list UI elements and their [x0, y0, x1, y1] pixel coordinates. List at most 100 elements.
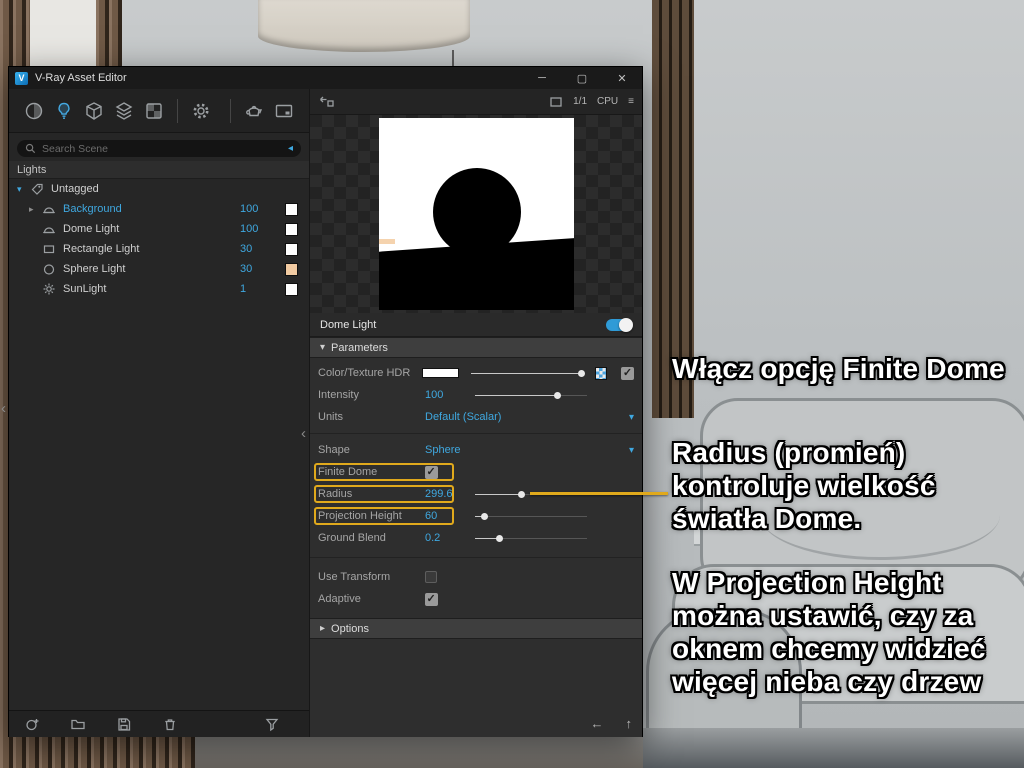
back-arrow-icon[interactable]: ←: [591, 716, 604, 731]
search-box[interactable]: ◂: [17, 140, 301, 157]
panel-collapse-icon[interactable]: ‹: [301, 427, 306, 441]
ground-blend-slider[interactable]: [475, 532, 587, 545]
settings-icon[interactable]: [186, 96, 216, 126]
asset-header: Dome Light: [310, 313, 642, 337]
save-icon[interactable]: [115, 715, 133, 733]
tutorial-pointer-line: [530, 492, 668, 495]
projection-height-slider[interactable]: [475, 510, 587, 523]
parameters-section-header[interactable]: ▾ Parameters: [310, 337, 642, 358]
asset-name: Dome Light: [320, 319, 376, 331]
purge-unused-icon[interactable]: [263, 715, 281, 733]
hdr-color-swatch[interactable]: [422, 368, 459, 378]
param-label: Shape: [318, 444, 425, 456]
materials-icon[interactable]: [19, 96, 49, 126]
background-lamp-shade: [258, 0, 470, 52]
create-asset-icon[interactable]: [23, 715, 41, 733]
ground-blend-value[interactable]: 0.2: [425, 532, 471, 544]
use-transform-checkbox[interactable]: [425, 571, 437, 583]
open-folder-icon[interactable]: [69, 715, 87, 733]
chevron-down-icon[interactable]: ▾: [17, 184, 29, 195]
light-name: Rectangle Light: [63, 243, 139, 255]
param-label: Color/Texture HDR: [318, 367, 422, 379]
screenshot-root: V V-Ray Asset Editor ─ ▢ ✕: [0, 0, 1024, 768]
units-value[interactable]: Default (Scalar): [425, 411, 501, 423]
intensity-slider[interactable]: [475, 389, 587, 402]
titlebar[interactable]: V V-Ray Asset Editor ─ ▢ ✕: [9, 67, 642, 89]
light-color-swatch[interactable]: [286, 224, 297, 235]
hdr-slider[interactable]: [471, 367, 580, 380]
param-label: Finite Dome: [318, 466, 425, 478]
finite-dome-checkbox[interactable]: [425, 466, 438, 479]
render-elements-icon[interactable]: [109, 96, 139, 126]
asset-category-toolbar: [9, 89, 309, 133]
hdr-texture-slot-icon[interactable]: [595, 367, 608, 380]
textures-icon[interactable]: [139, 96, 169, 126]
vray-asset-editor-window: V V-Ray Asset Editor ─ ▢ ✕: [8, 66, 643, 737]
light-name: Dome Light: [63, 223, 119, 235]
projection-height-value[interactable]: 60: [425, 510, 471, 522]
follow-selection-icon[interactable]: [318, 95, 335, 109]
maximize-button[interactable]: ▢: [562, 67, 602, 89]
light-value[interactable]: 1: [240, 283, 286, 295]
engine-selector[interactable]: CPU: [597, 96, 618, 107]
options-section-header[interactable]: ▸ Options: [310, 618, 642, 639]
chevron-down-icon: ▾: [320, 342, 325, 353]
menu-icon[interactable]: ≡: [628, 96, 634, 107]
shape-value[interactable]: Sphere: [425, 444, 460, 456]
list-item-background[interactable]: ▸ Background 100: [9, 199, 309, 219]
param-label: Radius: [318, 488, 425, 500]
light-color-swatch[interactable]: [286, 284, 297, 295]
viewport-collapse-icon[interactable]: ‹: [1, 402, 6, 416]
row-shape: Shape Sphere ▾: [310, 439, 642, 461]
sun-icon: [41, 282, 57, 296]
adaptive-checkbox[interactable]: [425, 593, 438, 606]
list-item-sphere-light[interactable]: Sphere Light 30: [9, 259, 309, 279]
chevron-down-icon[interactable]: ▾: [629, 445, 634, 456]
background-wood-floor-strip: [0, 737, 195, 768]
light-color-swatch[interactable]: [286, 264, 297, 275]
param-label: Projection Height: [318, 510, 425, 522]
delete-icon[interactable]: [161, 715, 179, 733]
list-item-sunlight[interactable]: SunLight 1: [9, 279, 309, 299]
chevron-down-icon[interactable]: ▾: [629, 412, 634, 423]
tag-icon: [29, 182, 45, 196]
frame-buffer-icon[interactable]: [269, 96, 299, 126]
row-intensity: Intensity 100: [310, 384, 642, 406]
preview-slot-icon[interactable]: [549, 96, 563, 108]
dome-light-icon: [41, 202, 57, 216]
intensity-value[interactable]: 100: [425, 389, 471, 401]
light-value[interactable]: 100: [240, 203, 286, 215]
light-name: SunLight: [63, 283, 106, 295]
chevron-right-icon: ▸: [320, 623, 325, 634]
up-arrow-icon[interactable]: ↑: [626, 716, 633, 731]
radius-value[interactable]: 299.6: [425, 488, 471, 500]
light-value[interactable]: 30: [240, 263, 286, 275]
search-input[interactable]: [42, 143, 288, 155]
minimize-button[interactable]: ─: [522, 67, 562, 89]
row-projection-height: Projection Height 60: [310, 505, 642, 527]
row-finite-dome: Finite Dome: [310, 461, 642, 483]
geometry-icon[interactable]: [79, 96, 109, 126]
light-enabled-toggle[interactable]: [606, 319, 632, 331]
light-value[interactable]: 100: [240, 223, 286, 235]
dome-light-icon: [41, 222, 57, 236]
light-color-swatch[interactable]: [286, 244, 297, 255]
asset-list-panel: ◂ Lights ▾ Untagged ▸: [9, 89, 310, 737]
frame-counter[interactable]: 1/1: [573, 96, 587, 107]
tree-group-untagged[interactable]: ▾ Untagged: [9, 179, 309, 199]
render-teapot-icon[interactable]: [239, 96, 269, 126]
sphere-light-icon: [41, 262, 57, 276]
list-item-dome-light[interactable]: Dome Light 100: [9, 219, 309, 239]
lights-icon[interactable]: [49, 96, 79, 126]
material-preview-area: [310, 115, 642, 313]
light-color-swatch[interactable]: [286, 204, 297, 215]
close-button[interactable]: ✕: [602, 67, 642, 89]
divider: [310, 433, 642, 434]
search-filter-icon[interactable]: ◂: [288, 143, 293, 154]
light-value[interactable]: 30: [240, 243, 286, 255]
list-item-rectangle-light[interactable]: Rectangle Light 30: [9, 239, 309, 259]
chevron-right-icon[interactable]: ▸: [29, 204, 41, 215]
parameters-section-label: Parameters: [331, 342, 388, 354]
group-label: Untagged: [51, 183, 99, 195]
hdr-enabled-checkbox[interactable]: [621, 367, 634, 380]
